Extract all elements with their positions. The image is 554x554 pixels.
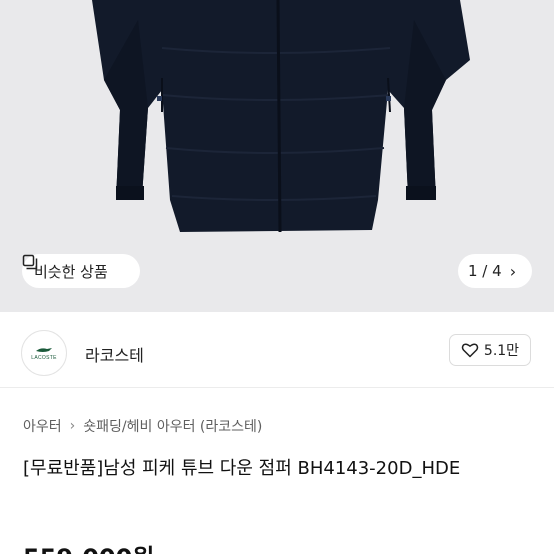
like-count: 5.1만	[483, 343, 520, 359]
seller-avatar[interactable]: LACOSTE	[21, 330, 67, 376]
crocodile-logo-icon	[36, 347, 52, 352]
like-button[interactable]: 5.1만	[449, 334, 531, 366]
chevron-right-icon: ›	[509, 261, 517, 281]
image-counter-button[interactable]: 1 / 4 ›	[458, 254, 532, 288]
similar-products-button[interactable]: 비슷한 상품	[22, 254, 140, 288]
breadcrumb-level2[interactable]: 숏패딩/헤비 아우터 (라코스테)	[83, 416, 262, 436]
seller-logo-text: LACOSTE	[31, 354, 57, 361]
image-counter: 1 / 4	[468, 262, 502, 280]
similar-products-label: 비슷한 상품	[34, 262, 108, 281]
product-image[interactable]: 비슷한 상품 1 / 4 ›	[0, 0, 554, 312]
similar-items-icon	[22, 254, 38, 270]
seller-name[interactable]: 라코스테	[85, 342, 144, 366]
product-price: 559,000원	[23, 538, 154, 554]
heart-icon	[461, 343, 479, 358]
product-title: [무료반품]남성 피케 튜브 다운 점퍼 BH4143-20D_HDE	[23, 458, 461, 479]
chevron-right-icon: ›	[69, 418, 76, 434]
breadcrumb: 아우터 › 숏패딩/헤비 아우터 (라코스테)	[23, 416, 262, 436]
seller-row[interactable]: LACOSTE 라코스테 5.1만	[0, 312, 554, 388]
breadcrumb-level1[interactable]: 아우터	[23, 416, 62, 436]
